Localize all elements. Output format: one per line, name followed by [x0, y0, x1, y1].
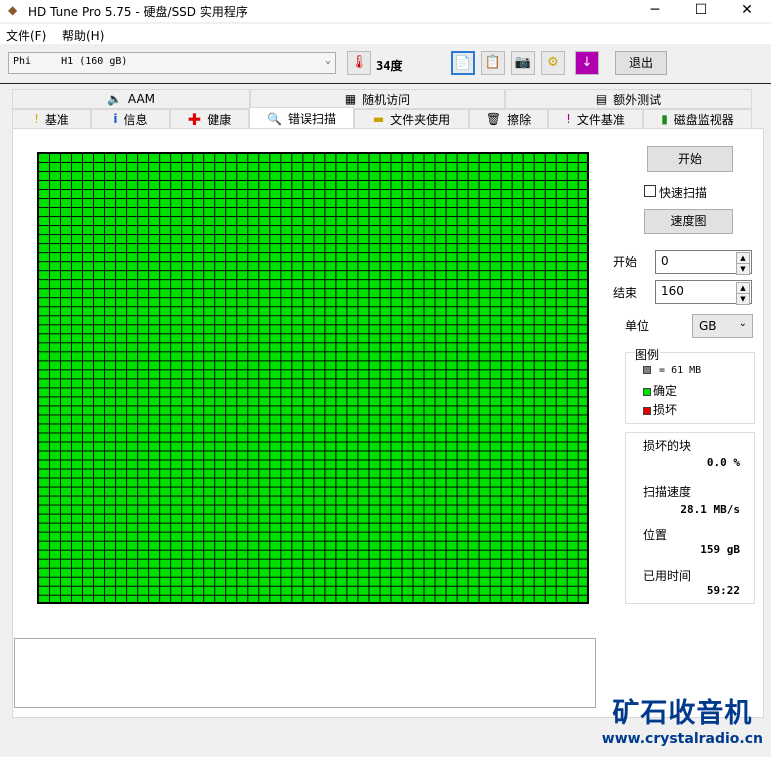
magnifier-icon: 🔍: [267, 111, 282, 126]
scan-block-map: [37, 152, 589, 604]
block-swatch: [643, 366, 651, 374]
position-label: 位置: [643, 528, 668, 542]
window-title: HD Tune Pro 5.75 - 硬盘/SSD 实用程序: [28, 5, 248, 19]
health-icon: ✚: [187, 109, 202, 129]
download-icon[interactable]: ↓: [575, 51, 599, 75]
extra-tests-icon: ▤: [595, 92, 608, 106]
tab-disk-monitor[interactable]: ▮ 磁盘监视器: [643, 109, 752, 129]
tab-random-access[interactable]: ▦ 随机访问: [250, 89, 505, 109]
menu-help[interactable]: 帮助(H): [62, 27, 104, 44]
chevron-down-icon: ⌄: [738, 318, 747, 329]
tab-folder-usage[interactable]: ▬ 文件夹使用: [354, 109, 469, 129]
speed-map-button[interactable]: 速度图: [644, 209, 733, 234]
scan-speed-value: 28.1 MB/s: [680, 503, 740, 516]
random-access-icon: ▦: [344, 92, 357, 106]
unit-label: 单位: [625, 319, 650, 333]
file-benchmark-icon: !: [566, 112, 571, 126]
ok-swatch: [643, 387, 651, 396]
start-label: 开始: [613, 255, 638, 269]
info-icon: i: [113, 112, 118, 126]
folder-icon: ▬: [372, 112, 385, 126]
drive-select[interactable]: Phi H1 (160 gB) ⌄: [8, 52, 336, 74]
end-label: 结束: [613, 286, 638, 300]
quick-scan-label: 快速扫描: [659, 186, 708, 200]
watermark-logo: 矿石收音机 www.crystalradio.cn: [601, 698, 763, 747]
tab-benchmark[interactable]: ! 基准: [12, 109, 91, 129]
title-bar: ◆ HD Tune Pro 5.75 - 硬盘/SSD 实用程序 ─ ☐ ✕: [0, 0, 771, 22]
temperature: 34度: [376, 59, 403, 73]
benchmark-icon: !: [34, 112, 39, 126]
tab-aam[interactable]: 🔈 AAM: [12, 89, 250, 109]
tab-erase[interactable]: 🗑 擦除: [469, 109, 548, 129]
damaged-swatch: [643, 406, 651, 415]
start-scan-button[interactable]: 开始: [647, 146, 733, 172]
maximize-button[interactable]: ☐: [678, 0, 724, 22]
camera-icon[interactable]: 📷: [511, 51, 535, 75]
drive-value: Phi H1 (160 gB): [13, 56, 128, 67]
menu-bar: 文件(F) 帮助(H): [0, 24, 771, 44]
log-box: [14, 638, 596, 708]
stats-group: 损坏的块 0.0 % 扫描速度 28.1 MB/s 位置 159 gB 已用时间…: [625, 432, 755, 604]
tab-file-benchmark[interactable]: ! 文件基准: [548, 109, 643, 129]
chevron-down-icon: ⌄: [324, 55, 331, 66]
unit-select[interactable]: GB ⌄: [692, 314, 753, 338]
tab-error-scan[interactable]: 🔍 错误扫描: [249, 107, 354, 129]
options-icon[interactable]: ⚙: [541, 51, 565, 75]
menu-file[interactable]: 文件(F): [6, 27, 46, 44]
legend-group: 图例 = 61 MB 确定 损坏: [625, 346, 755, 424]
minimize-button[interactable]: ─: [632, 0, 678, 22]
tab-info[interactable]: i 信息: [91, 109, 170, 129]
tab-health[interactable]: ✚ 健康: [170, 109, 249, 129]
trash-icon: 🗑: [485, 112, 502, 126]
tab-extra-tests[interactable]: ▤ 额外测试: [505, 89, 752, 109]
elapsed-time-value: 59:22: [706, 584, 740, 597]
copy-all-icon[interactable]: 📋: [481, 51, 505, 75]
legend-ok: 确定: [643, 382, 677, 399]
thermometer-icon: 🌡: [347, 51, 371, 75]
legend-damaged: 损坏: [643, 401, 677, 418]
copy-text-icon[interactable]: 📄: [451, 51, 475, 75]
scan-speed-label: 扫描速度: [643, 485, 692, 499]
close-button[interactable]: ✕: [724, 0, 770, 22]
elapsed-time-label: 已用时间: [643, 569, 692, 583]
legend-title: 图例: [634, 346, 661, 363]
speaker-icon: 🔈: [106, 92, 122, 106]
exit-button[interactable]: 退出: [615, 51, 667, 75]
start-spin-down[interactable]: ▼: [736, 263, 750, 275]
disk-monitor-icon: ▮: [661, 112, 668, 126]
app-icon: ◆: [8, 3, 18, 17]
end-spin-down[interactable]: ▼: [736, 293, 750, 305]
quick-scan-checkbox[interactable]: [644, 185, 656, 197]
damaged-blocks-value: 0.0 %: [706, 456, 740, 469]
damaged-blocks-label: 损坏的块: [643, 439, 692, 453]
legend-block-size: = 61 MB: [643, 365, 701, 376]
position-value: 159 gB: [700, 543, 740, 556]
